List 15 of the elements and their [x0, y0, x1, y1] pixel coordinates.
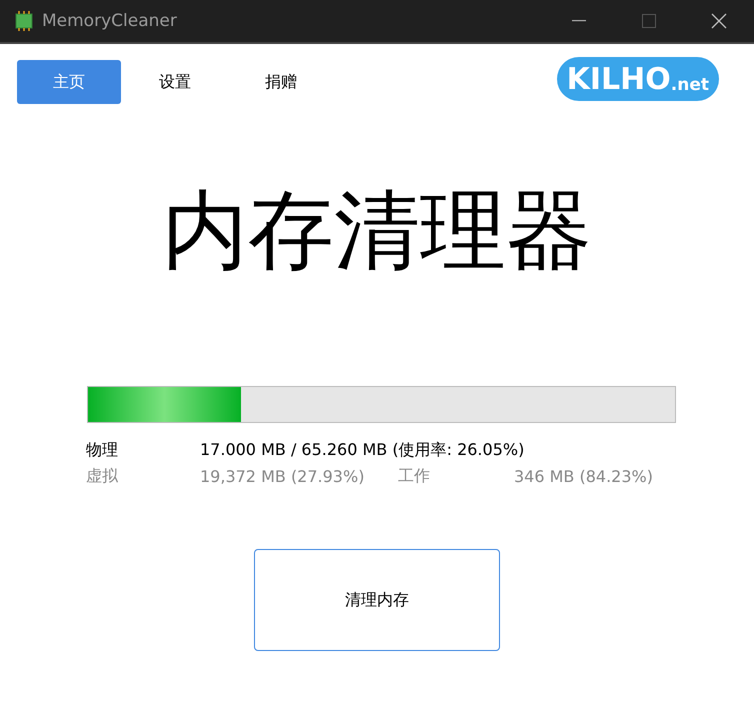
- stat-value: 17.000 MB / 65.260 MB (使用率: 26.05%): [200, 440, 526, 460]
- nav-tab[interactable]: 设置: [123, 60, 227, 104]
- nav-tab[interactable]: 捐赠: [229, 60, 333, 104]
- minimize-icon[interactable]: [572, 20, 586, 22]
- clean-memory-button[interactable]: 清理内存: [254, 549, 500, 651]
- app-heading: 内存清理器: [161, 180, 593, 283]
- window-title: MemoryCleaner: [42, 11, 178, 31]
- close-icon[interactable]: [711, 13, 727, 29]
- stat-value: 346 MB (84.23%): [514, 466, 654, 486]
- stat-label: 物理: [86, 440, 119, 460]
- chip-icon: [14, 11, 34, 31]
- nav-tab[interactable]: 主页: [17, 60, 121, 104]
- stat-label: 虚拟: [86, 466, 119, 486]
- stat-value: 19,372 MB (27.93%): [200, 466, 366, 486]
- stat-label: 工作: [398, 466, 431, 486]
